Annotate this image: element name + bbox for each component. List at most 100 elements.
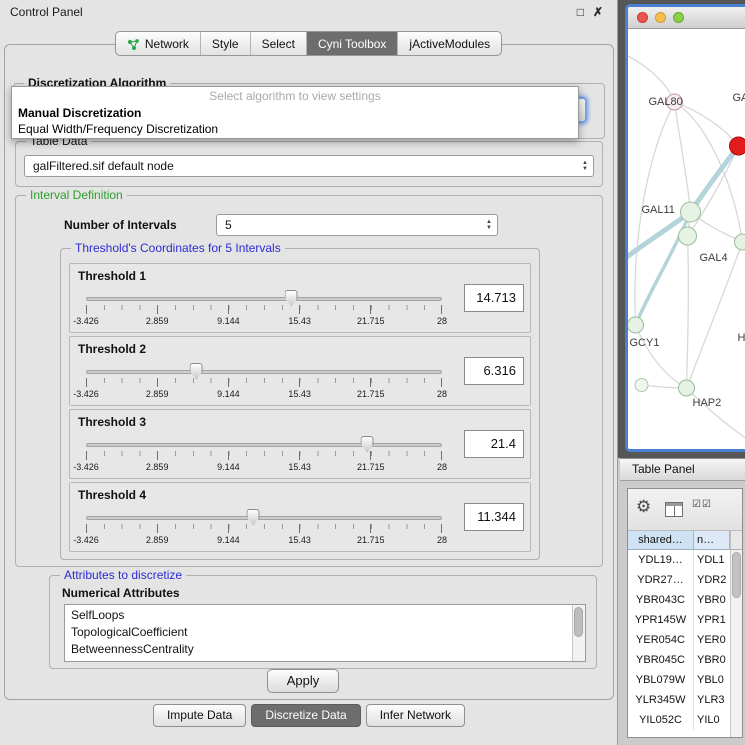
slider-axis-labels: -3.4262.8599.14415.4321.71528 <box>86 389 442 401</box>
table-cell[interactable]: YBL079W <box>628 670 694 690</box>
table-cell[interactable]: YBL0 <box>694 670 730 690</box>
slider-axis-labels: -3.4262.8599.14415.4321.71528 <box>86 462 442 474</box>
tab-network[interactable]: Network <box>116 32 201 55</box>
tab-cyni-toolbox[interactable]: Cyni Toolbox <box>307 32 398 55</box>
table-scrollbar[interactable] <box>730 550 742 737</box>
table-cell[interactable]: YBR045C <box>628 650 694 670</box>
network-node[interactable] <box>635 379 648 392</box>
tab-jactivemodules[interactable]: jActiveModules <box>398 32 501 55</box>
table-data-combobox[interactable]: galFiltered.sif default node ▲▼ <box>24 155 594 177</box>
table-cell[interactable]: YDL1 <box>694 550 730 570</box>
tab-label: Select <box>262 37 295 51</box>
algorithm-option[interactable]: Equal Width/Frequency Discretization <box>12 121 578 137</box>
table-cell[interactable]: YLR3 <box>694 690 730 710</box>
network-window-titlebar[interactable] <box>628 7 745 29</box>
table-row[interactable]: YLR345WYLR3 <box>628 690 730 710</box>
axis-tick-label: 21.715 <box>357 316 385 326</box>
node-table: ⚙ ☑☑ shared… n… YDL19…YDL1YDR27…YDR2YBR0… <box>627 488 743 738</box>
slider-track[interactable] <box>86 516 442 520</box>
tab-impute-data[interactable]: Impute Data <box>153 704 246 727</box>
network-node-gal4[interactable] <box>679 227 697 245</box>
apply-button[interactable]: Apply <box>267 669 339 693</box>
network-canvas[interactable]: GAL80 GA GAL11 GAL4 GCY1 H HAP2 <box>628 29 745 449</box>
table-row[interactable]: YDL19…YDL1 <box>628 550 730 570</box>
threshold-label: Threshold 4 <box>78 488 146 502</box>
table-row[interactable]: YDR27…YDR2 <box>628 570 730 590</box>
table-cell[interactable]: YIL0 <box>694 710 730 730</box>
table-cell[interactable]: YDR27… <box>628 570 694 590</box>
table-cell[interactable]: YIL052C <box>628 710 694 730</box>
threshold-slider[interactable]: -3.4262.8599.14415.4321.71528 <box>86 507 442 551</box>
network-node-gal11[interactable] <box>681 202 701 222</box>
slider-thumb[interactable] <box>361 436 374 452</box>
table-cell[interactable]: YPR1 <box>694 610 730 630</box>
slider-thumb[interactable] <box>285 290 298 306</box>
close-icon[interactable]: ✗ <box>593 5 603 19</box>
numerical-attributes-list[interactable]: SelfLoopsTopologicalCoefficientBetweenne… <box>64 604 586 662</box>
table-cell[interactable]: YER0 <box>694 630 730 650</box>
interval-definition-group: Interval Definition Number of Intervals … <box>15 195 603 567</box>
axis-tick-label: 15.43 <box>288 389 311 399</box>
table-cell[interactable]: YBR0 <box>694 650 730 670</box>
column-header[interactable]: shared… <box>628 531 694 550</box>
threshold-value-box[interactable]: 21.4 <box>464 430 524 458</box>
slider-thumb[interactable] <box>190 363 203 379</box>
threshold-slider[interactable]: -3.4262.8599.14415.4321.71528 <box>86 288 442 332</box>
table-panel-header[interactable]: Table Panel <box>620 458 745 481</box>
network-node[interactable] <box>735 234 745 250</box>
table-row[interactable]: YIL052CYIL0 <box>628 710 730 730</box>
threshold-slider[interactable]: -3.4262.8599.14415.4321.71528 <box>86 361 442 405</box>
threshold-value-box[interactable]: 11.344 <box>464 503 524 531</box>
slider-track[interactable] <box>86 443 442 447</box>
slider-track[interactable] <box>86 297 442 301</box>
threshold-value-box[interactable]: 6.316 <box>464 357 524 385</box>
algorithm-placeholder-option[interactable]: Select algorithm to view settings <box>12 89 578 105</box>
columns-icon[interactable] <box>665 502 683 517</box>
combobox-arrows-icon: ▲▼ <box>577 161 593 172</box>
table-cell[interactable]: YDR2 <box>694 570 730 590</box>
tab-select[interactable]: Select <box>251 32 307 55</box>
threshold-value-box[interactable]: 14.713 <box>464 284 524 312</box>
network-graph[interactable]: GAL80 GA GAL11 GAL4 GCY1 H HAP2 <box>628 29 745 449</box>
float-window-icon[interactable]: □ <box>577 5 584 19</box>
table-cell[interactable]: YLR345W <box>628 690 694 710</box>
table-cell[interactable]: YBR0 <box>694 590 730 610</box>
minimize-traffic-light-icon[interactable] <box>655 12 666 23</box>
algorithm-option[interactable]: Manual Discretization <box>12 105 578 121</box>
close-traffic-light-icon[interactable] <box>637 12 648 23</box>
tab-infer-network[interactable]: Infer Network <box>366 704 465 727</box>
table-row[interactable]: YER054CYER0 <box>628 630 730 650</box>
number-of-intervals-combobox[interactable]: 5 ▲▼ <box>216 214 498 236</box>
attribute-item[interactable]: BetweennessCentrality <box>65 641 585 658</box>
threshold-slider[interactable]: -3.4262.8599.14415.4321.71528 <box>86 434 442 478</box>
network-node-selected[interactable] <box>730 137 745 155</box>
zoom-traffic-light-icon[interactable] <box>673 12 684 23</box>
network-node-hap2[interactable] <box>679 380 695 396</box>
slider-axis-labels: -3.4262.8599.14415.4321.71528 <box>86 535 442 547</box>
table-cell[interactable]: YDL19… <box>628 550 694 570</box>
slider-major-ticks <box>86 378 442 387</box>
tab-style[interactable]: Style <box>201 32 251 55</box>
gear-icon[interactable]: ⚙ <box>636 497 651 517</box>
slider-track[interactable] <box>86 370 442 374</box>
scrollbar-thumb[interactable] <box>732 552 741 598</box>
table-row[interactable]: YBL079WYBL0 <box>628 670 730 690</box>
slider-thumb[interactable] <box>247 509 260 525</box>
attribute-item[interactable]: TopologicalCoefficient <box>65 624 585 641</box>
table-row[interactable]: YPR145WYPR1 <box>628 610 730 630</box>
tab-label: jActiveModules <box>409 37 490 51</box>
table-cell[interactable]: YPR145W <box>628 610 694 630</box>
slider-major-ticks <box>86 524 442 533</box>
table-row[interactable]: YBR043CYBR0 <box>628 590 730 610</box>
node-label: GCY1 <box>630 337 660 349</box>
tab-discretize-data[interactable]: Discretize Data <box>251 704 360 727</box>
table-cell[interactable]: YBR043C <box>628 590 694 610</box>
table-row[interactable]: YBR045CYBR0 <box>628 650 730 670</box>
select-columns-icon[interactable]: ☑☑ <box>692 500 712 510</box>
attribute-item[interactable]: SelfLoops <box>65 607 585 624</box>
column-header[interactable]: n… <box>694 531 730 550</box>
scrollbar-thumb[interactable] <box>574 607 583 637</box>
list-scrollbar[interactable] <box>572 605 585 661</box>
network-node-gcy1[interactable] <box>628 317 644 333</box>
table-cell[interactable]: YER054C <box>628 630 694 650</box>
